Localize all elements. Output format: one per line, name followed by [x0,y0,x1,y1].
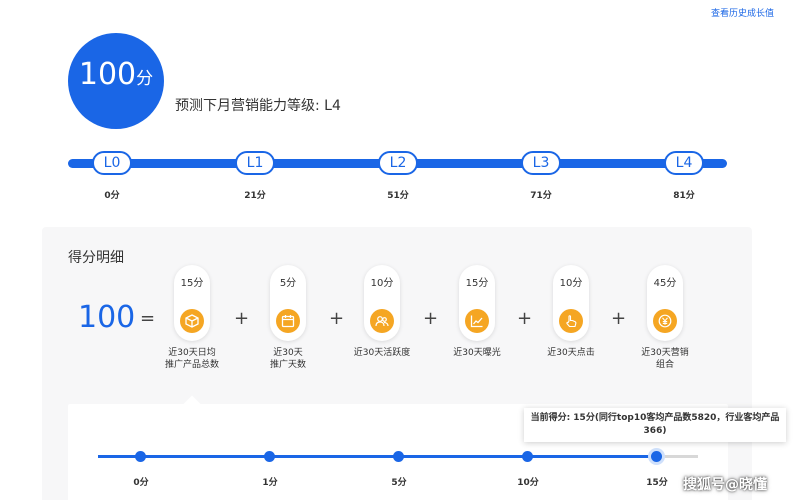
component-label-clicks: 近30天点击 [526,347,616,359]
sub-score-tick: 5分 [374,475,424,488]
plus-sign: + [517,308,531,329]
component-points: 10分 [553,274,589,289]
component-label-days: 近30天 推广天数 [243,347,333,371]
level-marker-l2: L2 [378,151,418,175]
sub-score-dot[interactable] [393,451,404,462]
sub-score-dot[interactable] [135,451,146,462]
level-min-l0: 0分 [82,188,142,201]
yuan-coin-icon [653,309,677,333]
plus-sign: + [611,308,625,329]
calendar-icon [276,309,300,333]
component-label-activity: 近30天活跃度 [337,347,427,359]
sub-score-dot[interactable] [264,451,275,462]
level-marker-l3: L3 [521,151,561,175]
level-min-l4: 81分 [654,188,714,201]
level-min-l2: 51分 [368,188,428,201]
plus-sign: + [234,308,248,329]
score-value: 100 [79,57,136,92]
component-card-activity[interactable]: 10分 [364,265,400,341]
sub-score-tick: 1分 [245,475,295,488]
component-label-exposure: 近30天曝光 [432,347,522,359]
sub-score-dot-current[interactable] [651,451,662,462]
component-points: 45分 [647,274,683,289]
score-unit: 分 [136,64,153,89]
level-marker-l4: L4 [664,151,704,175]
component-points: 15分 [459,274,495,289]
component-card-products[interactable]: 15分 [174,265,210,341]
click-hand-icon [559,309,583,333]
component-card-exposure[interactable]: 15分 [459,265,495,341]
current-score-tooltip: 当前得分: 15分(同行top10客均产品数5820，行业客均产品366) [524,408,786,442]
component-card-clicks[interactable]: 10分 [553,265,589,341]
box-icon [180,309,204,333]
level-marker-l1: L1 [235,151,275,175]
equals-sign: = [140,308,155,329]
plus-sign: + [329,308,343,329]
component-card-marketing-mix[interactable]: 45分 [647,265,683,341]
sub-score-track-remaining [656,455,698,458]
component-label-marketing-mix: 近30天营销 组合 [620,347,710,371]
level-min-l1: 21分 [225,188,285,201]
component-points: 15分 [174,274,210,289]
watermark: 搜狐号@晓懂 [683,474,767,494]
next-month-prediction: 预测下月营销能力等级: L4 [175,95,341,115]
history-growth-link[interactable]: 查看历史成长值 [711,6,774,19]
component-label-products: 近30天日均 推广产品总数 [147,347,237,371]
sub-score-dot[interactable] [522,451,533,462]
sub-score-tick: 10分 [503,475,553,488]
sub-score-track [98,455,656,458]
sub-score-tick: 0分 [116,475,166,488]
level-marker-l0: L0 [92,151,132,175]
plus-sign: + [423,308,437,329]
score-circle: 100 分 [68,33,164,129]
component-points: 10分 [364,274,400,289]
component-points: 5分 [270,274,306,289]
users-icon [370,309,394,333]
total-score: 100 [78,300,135,335]
page: 查看历史成长值 100 分 预测下月营销能力等级: L4 L0 L1 L2 L3… [0,0,794,500]
trend-chart-icon [465,309,489,333]
sub-score-tick: 15分 [632,475,682,488]
score-detail-title: 得分明细 [68,247,124,267]
component-card-days[interactable]: 5分 [270,265,306,341]
level-min-l3: 71分 [511,188,571,201]
